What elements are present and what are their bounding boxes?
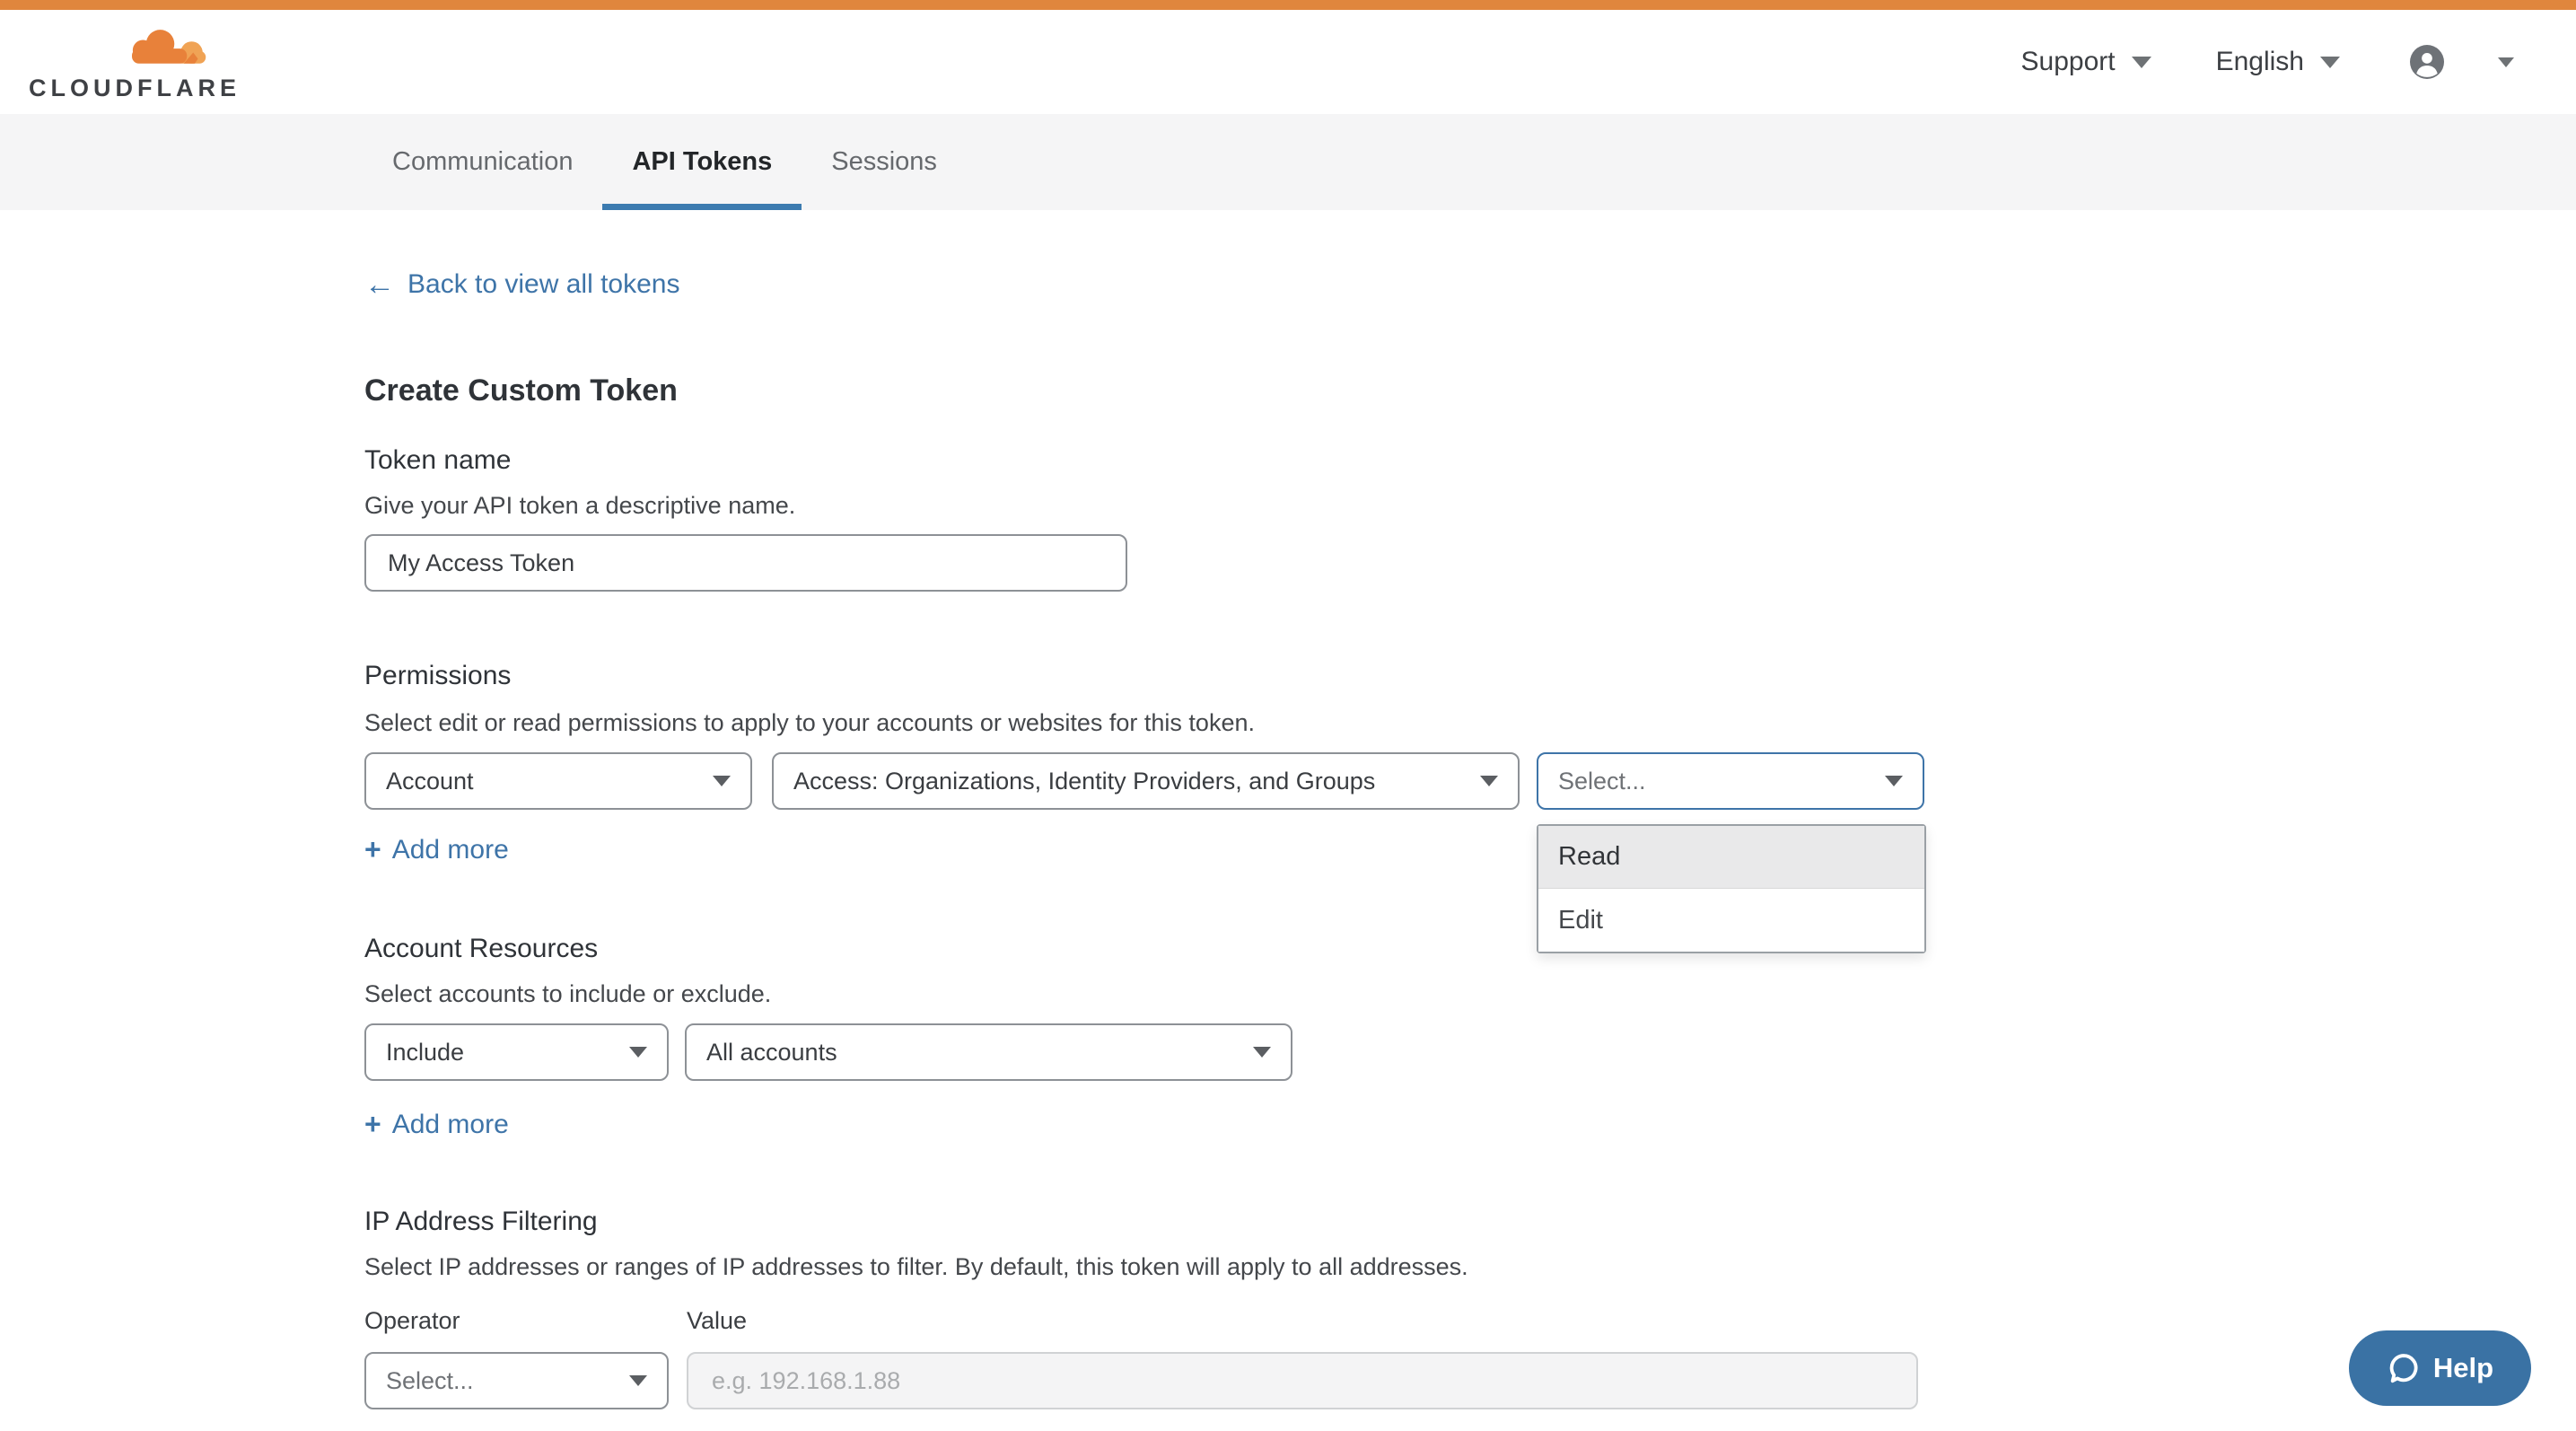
chevron-down-icon: [1480, 776, 1498, 786]
language-menu[interactable]: English: [2216, 47, 2340, 77]
operator-label: Operator: [364, 1307, 460, 1335]
top-accent-bar: [0, 0, 2576, 10]
permission-group-value: Access: Organizations, Identity Provider…: [793, 768, 1375, 795]
permission-level-select[interactable]: Select...: [1537, 752, 1924, 810]
tab-label: Communication: [392, 147, 573, 177]
permissions-description: Select edit or read permissions to apply…: [364, 709, 1255, 737]
account-resources-heading: Account Resources: [364, 934, 598, 964]
chat-bubble-icon: [2387, 1351, 2421, 1385]
account-resources-row: Include All accounts: [364, 1023, 1292, 1081]
back-to-tokens-link[interactable]: ← Back to view all tokens: [364, 269, 679, 300]
token-name-heading: Token name: [364, 445, 511, 476]
tab-sessions[interactable]: Sessions: [802, 114, 967, 210]
token-name-input[interactable]: [364, 534, 1127, 592]
plus-icon: +: [364, 833, 381, 866]
spacer: [1520, 752, 1537, 810]
menu-option-edit[interactable]: Edit: [1538, 889, 1924, 952]
tab-communication[interactable]: Communication: [363, 114, 602, 210]
chevron-down-icon: [2132, 57, 2151, 68]
token-name-description: Give your API token a descriptive name.: [364, 492, 795, 520]
back-link-label: Back to view all tokens: [407, 269, 679, 300]
chevron-down-icon: [1885, 776, 1903, 786]
ip-value-input[interactable]: [687, 1352, 1918, 1409]
chevron-down-icon: [629, 1047, 647, 1058]
tab-label: API Tokens: [632, 147, 772, 177]
permission-scope-select[interactable]: Account: [364, 752, 752, 810]
tabbar: Communication API Tokens Sessions: [0, 114, 2576, 210]
cloudflare-wordmark: CLOUDFLARE: [29, 75, 241, 102]
chevron-down-icon: [2320, 57, 2340, 68]
add-more-label: Add more: [392, 1110, 509, 1140]
plus-icon: +: [364, 1108, 381, 1141]
resource-accounts-value: All accounts: [706, 1039, 837, 1067]
header: CLOUDFLARE Support English: [0, 10, 2576, 114]
chevron-down-icon: [629, 1375, 647, 1386]
language-menu-label: English: [2216, 47, 2304, 77]
ip-filtering-heading: IP Address Filtering: [364, 1207, 598, 1237]
chevron-down-icon: [1253, 1047, 1271, 1058]
permission-level-placeholder: Select...: [1558, 768, 1646, 795]
ip-filtering-row: Select...: [364, 1352, 1918, 1409]
help-button[interactable]: Help: [2349, 1330, 2531, 1406]
help-button-label: Help: [2433, 1352, 2493, 1384]
resource-mode-value: Include: [386, 1039, 464, 1067]
spacer: [669, 1352, 687, 1409]
permission-scope-value: Account: [386, 768, 474, 795]
user-avatar-icon: [2410, 45, 2444, 79]
permission-group-select[interactable]: Access: Organizations, Identity Provider…: [772, 752, 1520, 810]
menu-option-read[interactable]: Read: [1538, 826, 1924, 889]
chevron-down-icon: [713, 776, 731, 786]
chevron-down-icon: [2498, 57, 2514, 67]
permissions-heading: Permissions: [364, 661, 511, 691]
ip-operator-placeholder: Select...: [386, 1367, 474, 1395]
account-resources-add-more-link[interactable]: + Add more: [364, 1108, 509, 1141]
tab-api-tokens[interactable]: API Tokens: [602, 114, 802, 210]
ip-filtering-description: Select IP addresses or ranges of IP addr…: [364, 1253, 1468, 1281]
ip-operator-select[interactable]: Select...: [364, 1352, 669, 1409]
add-more-label: Add more: [392, 835, 509, 865]
value-label: Value: [687, 1307, 747, 1335]
spacer: [752, 752, 772, 810]
permissions-add-more-link[interactable]: + Add more: [364, 833, 509, 866]
support-menu[interactable]: Support: [2021, 47, 2151, 77]
spacer: [669, 1023, 685, 1081]
back-arrow-icon: ←: [364, 271, 395, 298]
header-menus: Support English: [2021, 10, 2514, 114]
account-resources-description: Select accounts to include or exclude.: [364, 980, 771, 1008]
cloudflare-cloud-icon: [111, 24, 215, 75]
permission-level-menu: Read Edit: [1537, 824, 1926, 953]
account-menu[interactable]: [2410, 45, 2514, 79]
page-title: Create Custom Token: [364, 373, 678, 408]
resource-accounts-select[interactable]: All accounts: [685, 1023, 1292, 1081]
cloudflare-logo[interactable]: CLOUDFLARE: [29, 17, 222, 107]
support-menu-label: Support: [2021, 47, 2116, 77]
tab-label: Sessions: [831, 147, 937, 177]
permissions-row: Account Access: Organizations, Identity …: [364, 752, 1924, 810]
resource-mode-select[interactable]: Include: [364, 1023, 669, 1081]
